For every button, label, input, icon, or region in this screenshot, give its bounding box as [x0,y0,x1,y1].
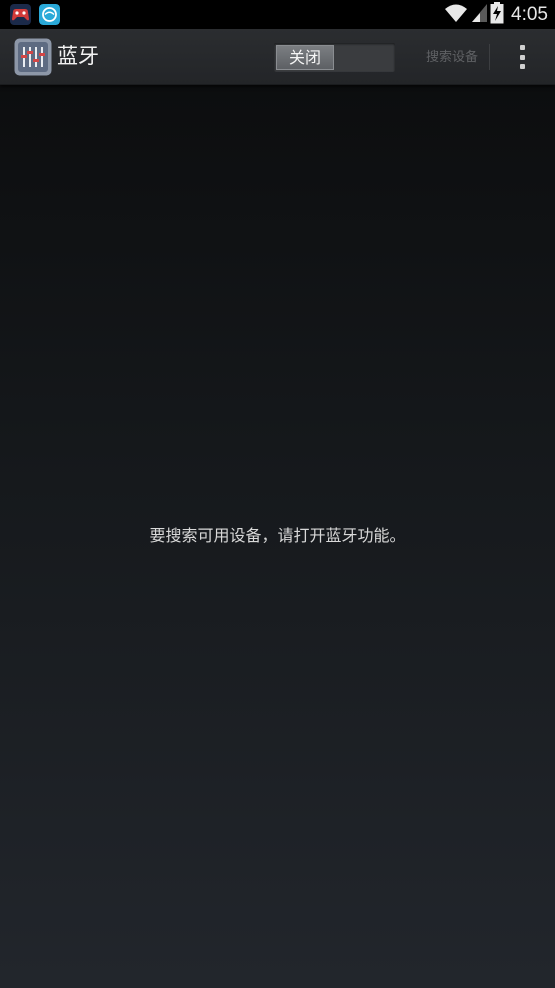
battery-charging-icon [490,1,504,28]
overflow-menu-icon[interactable] [511,43,533,71]
page-title: 蓝牙 [57,44,99,68]
wifi-icon [444,3,468,27]
action-divider [489,44,490,70]
search-devices-button[interactable]: 搜索设备 [414,46,490,70]
status-bar: 4:05 [0,0,555,29]
toggle-state-label: 关闭 [276,45,334,70]
app-notification-icon [39,4,60,25]
overflow-dot [519,54,525,60]
bluetooth-toggle[interactable]: 关闭 [274,43,395,72]
notification-area [10,4,60,25]
overflow-dot [519,64,525,69]
game-controller-icon [10,4,31,25]
bluetooth-settings-screen: 4:05 蓝牙 关闭 搜索设备 要搜索可用设备，请打开蓝牙功能。 [0,0,555,988]
overflow-dot [519,45,525,50]
signal-icon [471,3,488,27]
equalizer-settings-icon[interactable] [14,38,52,76]
system-status-area: 4:05 [444,1,548,28]
status-time: 4:05 [511,3,548,25]
empty-state-message: 要搜索可用设备，请打开蓝牙功能。 [149,526,406,545]
action-bar: 蓝牙 关闭 搜索设备 [0,29,555,85]
